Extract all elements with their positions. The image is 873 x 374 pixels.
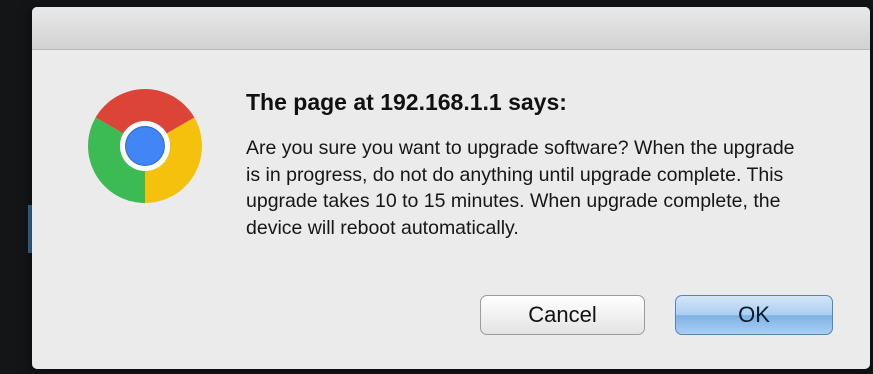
cancel-button[interactable]: Cancel (480, 295, 645, 335)
chrome-logo-icon (88, 89, 202, 203)
ok-button[interactable]: OK (675, 295, 833, 335)
dialog-message: Are you sure you want to upgrade softwar… (246, 137, 795, 239)
dialog-titlebar[interactable] (32, 7, 870, 50)
dialog-title: The page at 192.168.1.1 says: (246, 89, 567, 115)
alert-dialog: The page at 192.168.1.1 says: Are you su… (32, 7, 870, 369)
